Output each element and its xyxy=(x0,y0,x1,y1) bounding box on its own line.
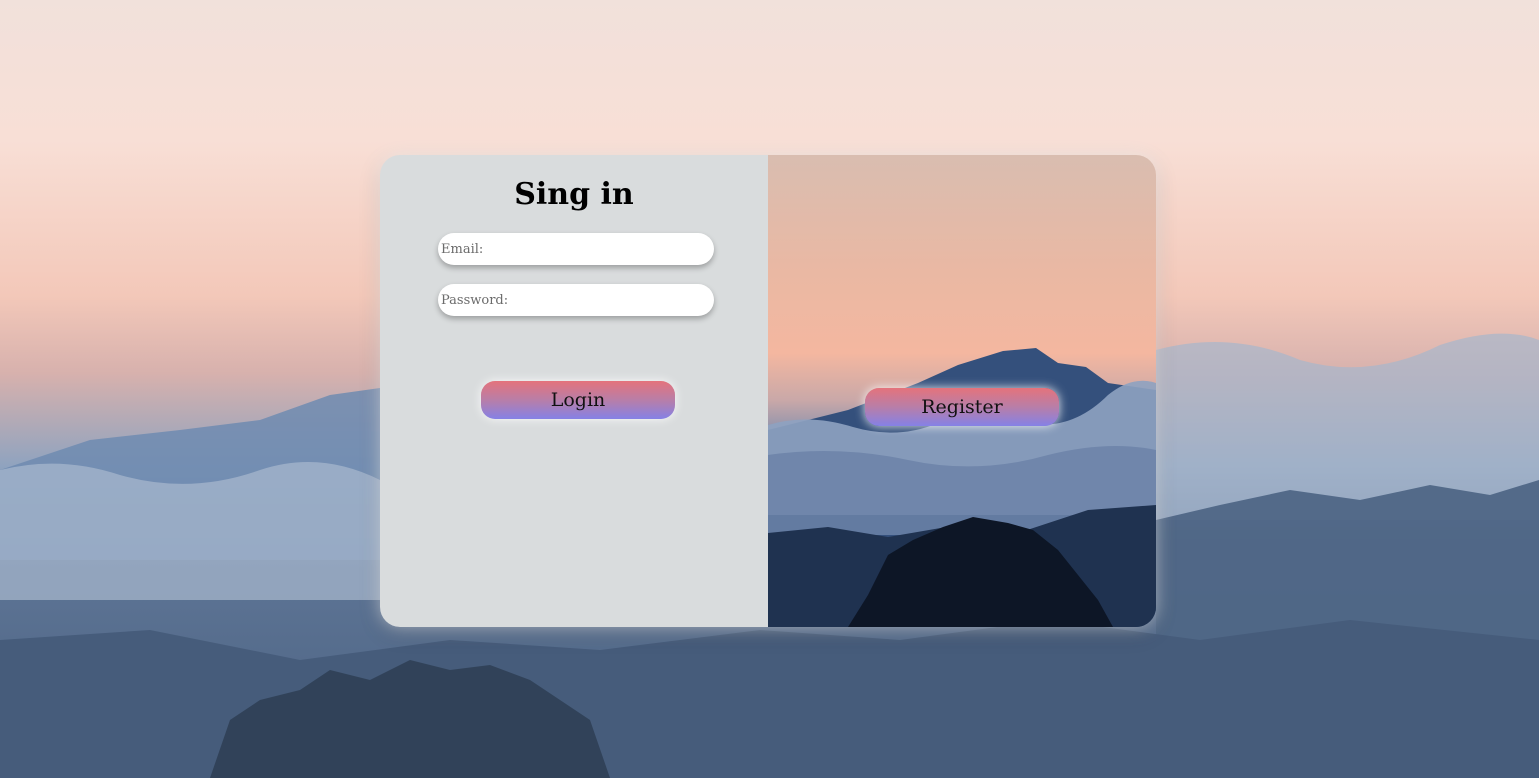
auth-card: Sing in Login Register xyxy=(380,155,1156,627)
email-input[interactable] xyxy=(438,233,714,265)
signin-panel: Sing in Login xyxy=(380,155,768,627)
register-panel: Register xyxy=(768,155,1156,627)
register-button[interactable]: Register xyxy=(865,388,1059,426)
signin-title: Sing in xyxy=(514,177,634,212)
login-button[interactable]: Login xyxy=(481,381,675,419)
password-input[interactable] xyxy=(438,284,714,316)
